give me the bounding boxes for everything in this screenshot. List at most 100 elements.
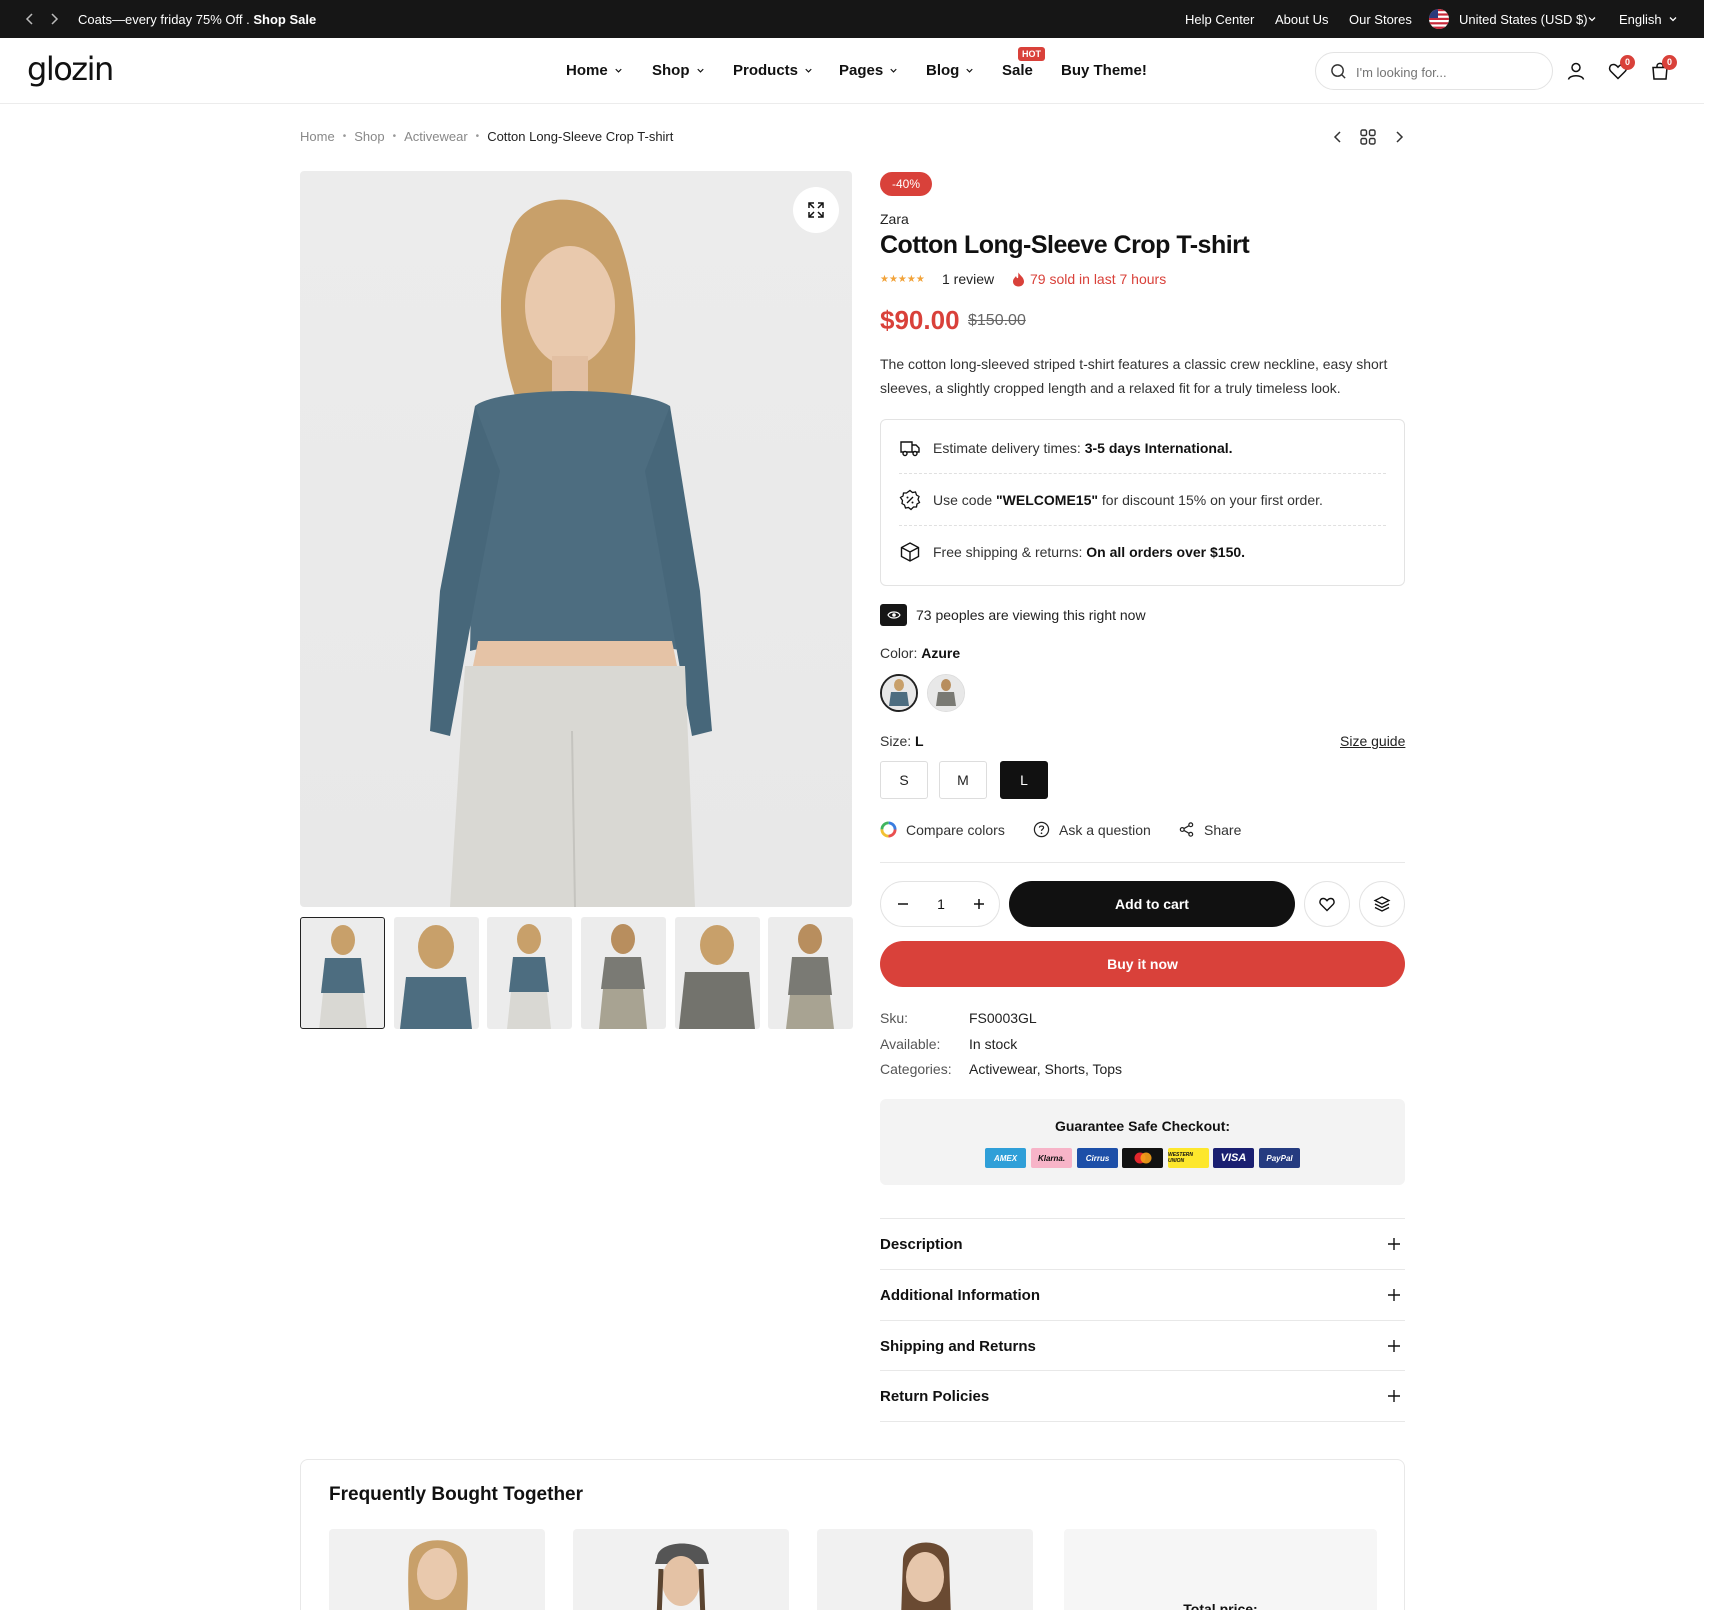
- cirrus-icon: Cirrus: [1077, 1148, 1118, 1168]
- divider: [880, 862, 1405, 863]
- fbt-product-2[interactable]: [573, 1529, 789, 1610]
- chevron-right-icon[interactable]: [46, 11, 62, 27]
- search-box[interactable]: [1315, 52, 1553, 90]
- thumbnail-3[interactable]: [487, 917, 572, 1029]
- about-us-link[interactable]: About Us: [1275, 12, 1328, 27]
- breadcrumb-separator: •: [475, 131, 480, 142]
- categories-value[interactable]: Activewear, Shorts, Tops: [969, 1061, 1122, 1077]
- size-guide-link[interactable]: Size guide: [1340, 733, 1405, 749]
- next-product-icon[interactable]: [1390, 128, 1408, 146]
- us-flag-icon: [1429, 9, 1449, 29]
- breadcrumb-home[interactable]: Home: [300, 129, 335, 144]
- klarna-icon: Klarna.: [1031, 1148, 1072, 1168]
- categories-row: Categories: Activewear, Shorts, Tops: [880, 1061, 1123, 1077]
- fire-icon: [1013, 272, 1024, 286]
- announcement-text: Coats—every friday 75% Off . Shop Sale: [78, 12, 317, 27]
- rating-stars: ★★★★★: [880, 274, 925, 285]
- product-title: Cotton Long-Sleeve Crop T-shirt: [880, 231, 1250, 259]
- zoom-button[interactable]: [793, 187, 839, 233]
- previous-product-icon[interactable]: [1329, 128, 1347, 146]
- plus-icon: [1388, 1340, 1400, 1352]
- chevron-down-icon: [805, 68, 812, 73]
- language-selector[interactable]: English: [1619, 12, 1662, 27]
- add-to-cart-button[interactable]: Add to cart: [1009, 881, 1295, 927]
- breadcrumb-shop[interactable]: Shop: [354, 129, 384, 144]
- nav-blog[interactable]: Blog: [926, 62, 975, 79]
- share-link[interactable]: Share: [1178, 821, 1241, 838]
- nav-sale[interactable]: Sale: [1002, 62, 1033, 79]
- share-icon: [1179, 822, 1194, 837]
- product-description: The cotton long-sleeved striped t-shirt …: [880, 356, 1388, 396]
- wishlist-count-badge: 0: [1620, 55, 1635, 70]
- availability-row: Available: In stock: [880, 1036, 1018, 1052]
- accordion-description[interactable]: Description: [880, 1218, 1405, 1269]
- discount-badge: -40%: [880, 172, 933, 196]
- wishlist-button[interactable]: [1304, 881, 1350, 927]
- sku-value: FS0003GL: [969, 1010, 1037, 1026]
- nav-home[interactable]: Home: [566, 62, 624, 79]
- plus-icon: [1388, 1289, 1400, 1301]
- search-input[interactable]: [1356, 62, 1541, 82]
- fbt-product-1[interactable]: [329, 1529, 545, 1610]
- main-product-image[interactable]: [300, 171, 852, 907]
- eye-icon: [880, 604, 907, 626]
- logo[interactable]: glozin: [27, 50, 114, 88]
- plus-icon[interactable]: [970, 895, 988, 913]
- buy-now-button[interactable]: Buy it now: [880, 941, 1405, 987]
- help-center-link[interactable]: Help Center: [1185, 12, 1254, 27]
- shop-sale-link[interactable]: Shop Sale: [253, 12, 316, 27]
- our-stores-link[interactable]: Our Stores: [1349, 12, 1412, 27]
- review-count-link[interactable]: 1 review: [942, 271, 994, 287]
- nav-pages[interactable]: Pages: [839, 62, 899, 79]
- chevron-left-icon[interactable]: [22, 11, 38, 27]
- chevron-down-icon[interactable]: [1586, 13, 1598, 25]
- thumbnail-5[interactable]: [675, 917, 760, 1029]
- search-icon: [1331, 64, 1346, 79]
- site-header: glozin Home Shop Products Pages Blog Sal…: [0, 38, 1704, 104]
- nav-shop[interactable]: Shop: [652, 62, 706, 79]
- original-price: $150.00: [968, 312, 1026, 329]
- quantity-stepper[interactable]: 1: [880, 881, 1000, 927]
- model-illustration: [430, 199, 712, 907]
- ask-question-link[interactable]: Ask a question: [1033, 821, 1151, 838]
- product-brand[interactable]: Zara: [880, 211, 909, 227]
- visa-icon: VISA: [1213, 1148, 1254, 1168]
- thumbnail-1[interactable]: [300, 917, 385, 1029]
- chevron-down-icon: [696, 68, 704, 73]
- announcement-bar: Coats—every friday 75% Off . Shop Sale H…: [0, 0, 1704, 38]
- size-option-s[interactable]: S: [880, 761, 928, 799]
- breadcrumb-activewear[interactable]: Activewear: [404, 129, 468, 144]
- shipping-info: Free shipping & returns: On all orders o…: [899, 526, 1386, 578]
- color-swatch-grey[interactable]: [927, 674, 965, 712]
- sku-row: Sku: FS0003GL: [880, 1010, 1037, 1026]
- fbt-product-3[interactable]: [817, 1529, 1033, 1610]
- nav-buy-theme[interactable]: Buy Theme!: [1061, 62, 1147, 79]
- cart-count-badge: 0: [1662, 55, 1677, 70]
- safe-checkout-title: Guarantee Safe Checkout:: [1054, 1118, 1231, 1134]
- currency-selector[interactable]: United States (USD $): [1459, 12, 1588, 27]
- breadcrumb: Home • Shop • Activewear • Cotton Long-S…: [300, 129, 673, 144]
- thumbnail-6[interactable]: [768, 917, 853, 1029]
- plus-icon: [1388, 1238, 1400, 1250]
- accordion-additional-information[interactable]: Additional Information: [880, 1269, 1405, 1320]
- breadcrumb-separator: •: [392, 131, 397, 142]
- nav-products[interactable]: Products: [733, 62, 814, 79]
- compare-colors-link[interactable]: Compare colors: [880, 821, 1005, 838]
- frequently-bought-together: Frequently Bought Together Total price:: [300, 1459, 1405, 1610]
- thumbnail-2[interactable]: [394, 917, 479, 1029]
- accordion-return-policies[interactable]: Return Policies: [880, 1370, 1405, 1421]
- grid-icon[interactable]: [1359, 128, 1377, 146]
- info-box: Estimate delivery times: 3-5 days Intern…: [880, 419, 1405, 586]
- size-option-m[interactable]: M: [939, 761, 987, 799]
- compare-button[interactable]: [1359, 881, 1405, 927]
- package-icon: [900, 542, 920, 562]
- user-icon[interactable]: [1565, 60, 1587, 82]
- fbt-title: Frequently Bought Together: [329, 1484, 584, 1505]
- accordion-shipping-returns[interactable]: Shipping and Returns: [880, 1320, 1405, 1371]
- color-swatch-azure[interactable]: [880, 674, 918, 712]
- fbt-total-label: Total price:: [1183, 1601, 1258, 1610]
- chevron-down-icon[interactable]: [1667, 13, 1679, 25]
- thumbnail-4[interactable]: [581, 917, 666, 1029]
- size-option-l[interactable]: L: [1000, 761, 1048, 799]
- western-union-icon: WESTERN UNION: [1168, 1148, 1209, 1168]
